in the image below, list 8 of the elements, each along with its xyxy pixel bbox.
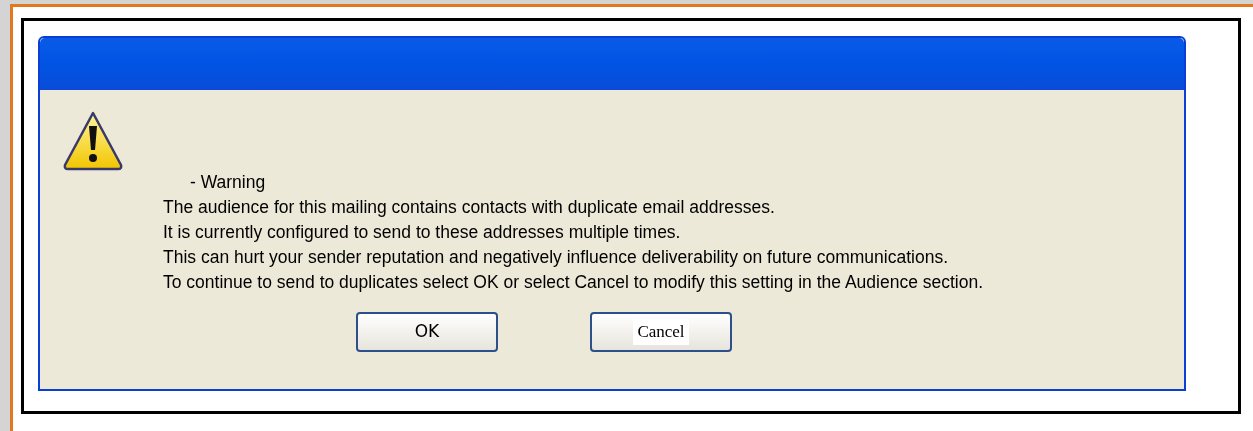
warning-icon bbox=[62, 110, 124, 172]
message-line: To continue to send to duplicates select OK or select Cancel to modify this setting in the Audience section. bbox=[163, 271, 984, 294]
ok-button[interactable]: OK bbox=[356, 312, 498, 352]
message-line: The audience for this mailing contains contacts with duplicate email addresses. bbox=[163, 196, 775, 219]
message-line: This can hurt your sender reputation and negatively influence deliverability on future communications. bbox=[163, 246, 949, 269]
warning-heading: - Warning bbox=[189, 171, 266, 194]
message-line: It is currently configured to send to these addresses multiple times. bbox=[163, 221, 681, 244]
cancel-button[interactable]: Cancel bbox=[590, 312, 732, 352]
